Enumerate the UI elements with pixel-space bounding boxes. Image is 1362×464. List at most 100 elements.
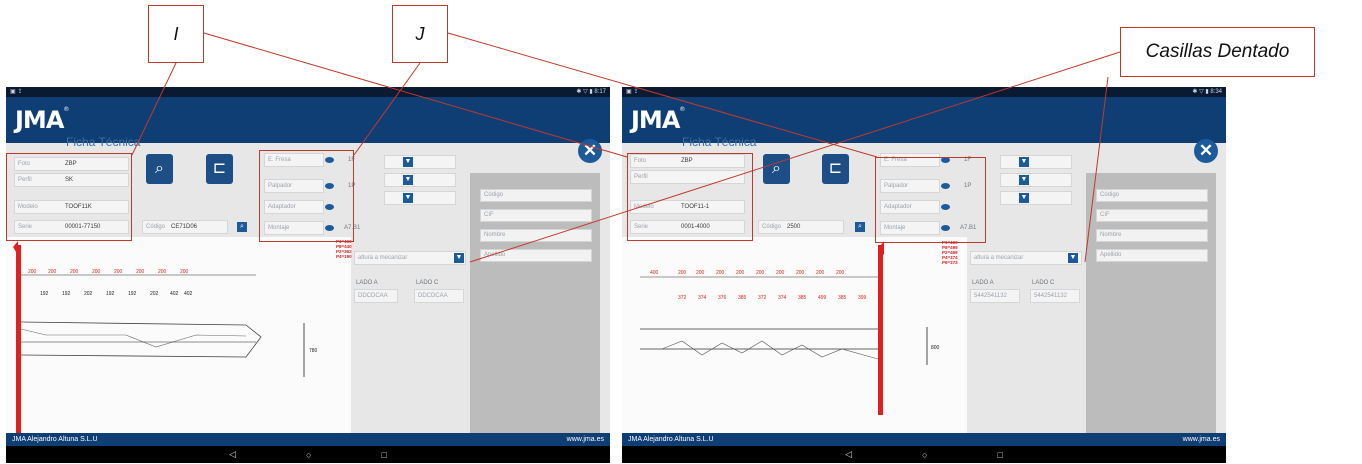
svg-text:192: 192 [40,291,49,297]
footer-company: JMA Alejandro Altuna S.L.U [628,436,714,443]
dropdown-arrow-icon[interactable]: ▼ [1019,157,1029,167]
back-nav-icon[interactable]: ◁ [845,449,852,460]
svg-text:200: 200 [158,269,167,275]
svg-text:192: 192 [62,291,71,297]
search-key-icon[interactable]: ⌕ [146,154,173,184]
lado-a-value: 5442541132 [970,289,1020,303]
cif-field[interactable]: CIF [1096,209,1208,222]
svg-text:200: 200 [92,269,101,275]
selector-row-1[interactable] [1000,155,1072,169]
home-nav-icon[interactable]: ○ [306,450,311,460]
nombre-field[interactable]: Nombre [1096,229,1208,242]
search-code-button[interactable]: ⌕ [237,222,247,232]
altura-dropdown[interactable]: altura a mecanizar [354,251,466,265]
codigo-value: CE71D06 [171,224,198,230]
codigo-field[interactable]: Código CE71D06 [142,220,228,234]
svg-text:200: 200 [716,270,725,276]
android-nav-bar: ◁ ○ □ [6,446,610,463]
cif-field[interactable]: CIF [480,209,592,222]
dropdown-arrow-icon[interactable]: ▼ [1019,175,1029,185]
tablet-screen-right: ▣ ⇪ ✱ ▽ ▮ 8:34 JMA® Ficha Técnica ✕ Foto Z… [622,87,1226,463]
lado-b-value: DDCDCAA [414,289,464,303]
dropdown-arrow-icon[interactable]: ▼ [403,157,413,167]
selector-row-1[interactable] [384,155,456,169]
logo-mark: ® [679,106,685,113]
footer-company: JMA Alejandro Altuna S.L.U [12,436,98,443]
lado-a-text: 5442541132 [974,293,1007,299]
dropdown-arrow-icon[interactable]: ▼ [403,193,413,203]
altura-dropdown[interactable]: altura a mecanizar [970,251,1082,265]
svg-text:399: 399 [858,295,867,301]
codigo-label: Código [146,224,166,230]
scale-label: 780 [309,348,318,354]
search-code-button[interactable]: ⌕ [855,222,865,232]
altura-dropdown-icon[interactable]: ▼ [454,253,464,263]
svg-text:374: 374 [778,295,787,301]
svg-text:499: 499 [818,295,827,301]
lado-a-label: LADO A [356,280,378,286]
nombre-field[interactable]: Nombre [480,229,592,242]
svg-text:200: 200 [48,269,57,275]
svg-text:376: 376 [718,295,727,301]
footer-website[interactable]: www.jma.es [567,433,604,446]
cut-labels: 400 200 200 200 200 200 200 200 200 200 [650,270,845,276]
apellido-field[interactable]: Apellido [1096,249,1208,262]
codigo-client-field[interactable]: Código [480,189,592,202]
svg-text:372: 372 [678,295,687,301]
cut-values: 192 192 202 192 192 202 402 402 [40,291,193,297]
page-title: Ficha Técnica [682,135,757,149]
client-side-panel: Código CIF Nombre Apellido [470,173,600,435]
home-nav-icon[interactable]: ○ [922,450,927,460]
dropdown-arrow-icon[interactable]: ▼ [403,175,413,185]
footer-website[interactable]: www.jma.es [1183,433,1220,446]
highlight-box-fields-right [627,153,753,241]
highlight-box-options-right [875,157,986,243]
svg-text:200: 200 [180,269,189,275]
svg-text:402: 402 [170,291,179,297]
jma-logo: JMA® [15,106,69,134]
selector-row-2[interactable] [1000,173,1072,187]
scale-label: 800 [931,345,940,351]
dropdown-arrow-icon[interactable]: ▼ [1019,193,1029,203]
svg-text:400: 400 [650,270,659,276]
lado-b-text: 5442541132 [1034,293,1067,299]
logo-text: JMA [15,106,64,134]
callout-j-text: J [415,23,425,44]
selector-row-2[interactable] [384,173,456,187]
key-outline [20,321,262,358]
recent-apps-icon[interactable]: □ [997,450,1002,460]
close-button[interactable]: ✕ [1194,139,1218,163]
altura-dropdown-icon[interactable]: ▼ [1068,253,1078,263]
svg-text:200: 200 [70,269,79,275]
lado-a-label: LADO A [972,280,994,286]
selector-row-3[interactable] [384,191,456,205]
codigo-client-field[interactable]: Código [1096,189,1208,202]
callout-i: I [148,5,204,63]
selector-row-3[interactable] [1000,191,1072,205]
svg-text:200: 200 [114,269,123,275]
svg-text:385: 385 [838,295,847,301]
footer-bar: JMA Alejandro Altuna S.L.U www.jma.es [622,433,1226,446]
close-button[interactable]: ✕ [578,139,602,163]
jma-logo: JMA® [631,106,685,134]
svg-text:372: 372 [758,295,767,301]
svg-text:402: 402 [184,291,193,297]
callout-j: J [392,5,448,63]
back-nav-icon[interactable]: ◁ [229,449,236,460]
key-profile-icon[interactable]: ⊏ [822,154,849,184]
lado-b-label: LADO C [1032,280,1055,286]
search-key-icon[interactable]: ⌕ [763,154,790,184]
page-title: Ficha Técnica [66,135,141,149]
status-left: ▣ ⇪ [626,89,639,95]
key-profile-icon[interactable]: ⊏ [206,154,233,184]
key-stop-bar [16,245,21,433]
recent-apps-icon[interactable]: □ [381,450,386,460]
codigo-field[interactable]: Código 2500 [758,220,844,234]
apellido-field[interactable]: Apellido [480,249,592,262]
svg-text:374: 374 [698,295,707,301]
svg-text:200: 200 [28,269,37,275]
lado-b-label: LADO C [416,280,439,286]
svg-text:385: 385 [738,295,747,301]
lado-a-value: DDCDCAA [354,289,398,303]
status-bar: ▣ ⇪ ✱ ▽ ▮ 8:17 [6,87,610,97]
